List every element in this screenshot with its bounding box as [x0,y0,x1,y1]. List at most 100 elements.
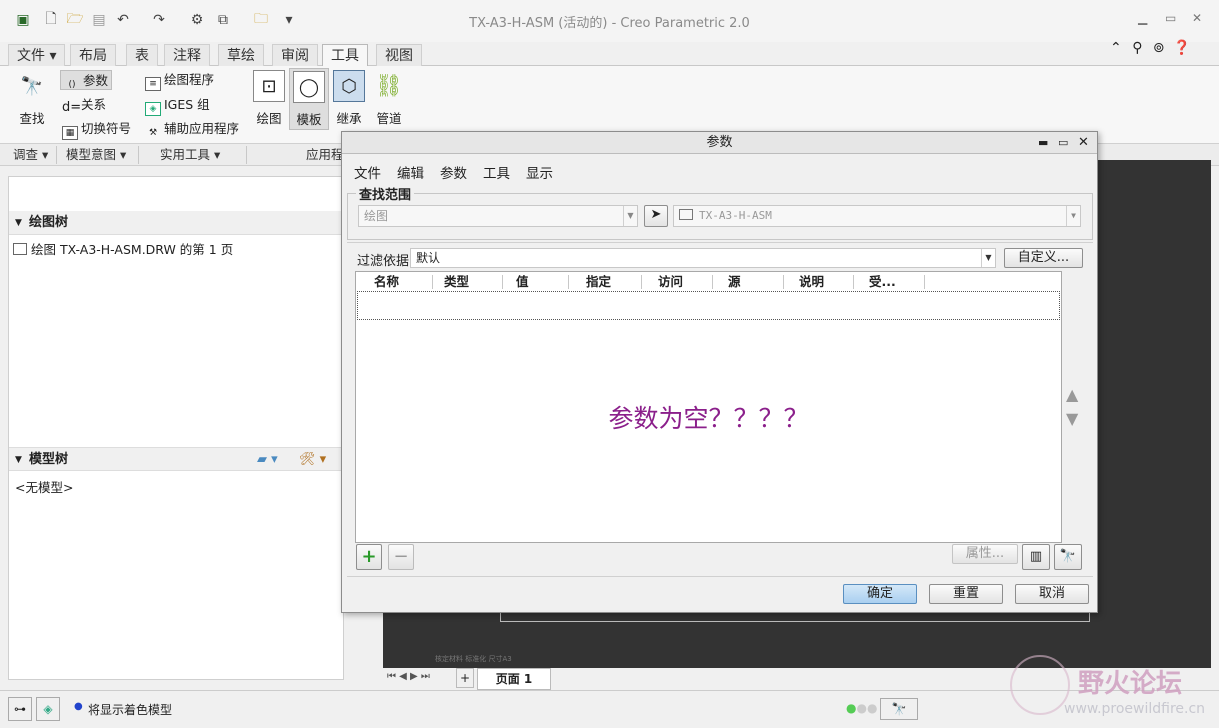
column-name[interactable]: 名称 [374,273,399,290]
dialog-menu-file[interactable]: 文件 [354,162,381,182]
scope-legend: 查找范围 [359,188,412,203]
tab-table[interactable]: 表 [126,44,158,66]
group-utilities[interactable]: 实用工具 ▾ [160,146,220,164]
model-tree-header[interactable]: ▼ 模型树 ▰ ▾ 🛠 ▾ [9,447,343,471]
dialog-title-bar[interactable]: 参数 ▬ ▭ ✕ [342,132,1097,154]
toggle-navigator-icon[interactable]: ⊶ [8,697,32,721]
plus-icon: + [361,546,377,567]
dialog-menu-display[interactable]: 显示 [526,162,553,182]
params-label: 参数 [83,73,109,88]
watermark-logo-icon [1010,655,1070,715]
tree-settings-icon[interactable]: 🛠 ▾ [299,448,326,472]
scope-object-select[interactable]: TX-A3-H-ASM ▼ [673,205,1081,227]
page-nav-icons[interactable]: ⏮ ◀ ▶ ⏭ [387,671,430,682]
page-tab[interactable]: 页面 1 [477,668,551,690]
relations-icon: d= [62,100,82,115]
add-page-button[interactable]: + [456,668,474,688]
group-investigate[interactable]: 调查 ▾ [13,146,48,164]
column-access[interactable]: 访问 [658,273,683,290]
divider [347,242,1093,243]
close-button[interactable]: ✕ [1192,11,1202,25]
switch-symbols-button[interactable]: ▦ 切换符号 [62,119,131,140]
relations-button[interactable]: d=关系 [62,95,106,115]
move-up-icon[interactable]: ▲ [1066,385,1078,404]
column-separator [783,275,784,289]
restore-button[interactable]: ▭ [1165,11,1176,25]
column-source[interactable]: 源 [728,273,741,290]
find-parameter-button[interactable]: 🔭 [1054,544,1082,570]
help-icon[interactable]: ❓ [1173,40,1190,56]
collapse-arrow-icon: ▼ [15,218,22,228]
drawing-sheet-icon [13,243,27,255]
iges-group-button[interactable]: ◈ IGES 组 [145,95,210,116]
column-designate[interactable]: 指定 [586,273,611,290]
ok-button[interactable]: 确定 [843,584,917,604]
column-separator [641,275,642,289]
collapse-ribbon-icon[interactable]: ⌃ [1110,40,1122,56]
minimize-button[interactable]: ▁ [1138,11,1147,25]
scope-type-value: 绘图 [364,209,389,223]
dialog-minimize-icon[interactable]: ▬ [1038,132,1048,154]
select-pointer-button[interactable]: ➤ [644,205,668,227]
move-down-icon[interactable]: ▼ [1066,409,1078,428]
tab-tools[interactable]: 工具 [322,44,368,67]
properties-button[interactable]: 属性... [952,544,1018,564]
table-columns-icon: ▥ [1029,549,1043,564]
column-restricted[interactable]: 受... [869,273,896,290]
filter-select[interactable]: 默认 ▼ [410,248,996,268]
template-icon: ◯ [293,71,325,103]
piping-button[interactable]: ⛓ 管道 [370,70,408,127]
column-value[interactable]: 值 [516,273,529,290]
find-label: 查找 [19,111,45,126]
group-separator [56,146,57,164]
template-label: 模板 [296,112,322,127]
table-columns-button[interactable]: ▥ [1022,544,1050,570]
tab-sketch[interactable]: 草绘 [218,44,264,66]
tab-view[interactable]: 视图 [376,44,422,66]
column-separator [924,275,925,289]
drawing-button[interactable]: ⊡ 绘图 [250,70,288,127]
search-icon[interactable]: ⚲ [1132,40,1142,56]
dialog-menu-params[interactable]: 参数 [440,162,467,182]
find-button[interactable]: 🔭 查找 [13,70,51,127]
column-type[interactable]: 类型 [444,273,469,290]
drawing-tree-item[interactable]: 绘图 TX-A3-H-ASM.DRW 的第 1 页 [13,239,233,258]
binoculars-icon: 🔭 [20,75,44,97]
add-parameter-button[interactable]: + [356,544,382,570]
show-settings-icon[interactable]: ▰ ▾ [257,448,278,472]
empty-annotation: 参数为空？？？？ [608,404,809,433]
community-icon[interactable]: ⊚ [1153,40,1165,56]
remove-parameter-button[interactable]: − [388,544,414,570]
find-binoculars-icon[interactable]: 🔭 [880,698,918,720]
group-separator [138,146,139,164]
dialog-menu-tools[interactable]: 工具 [483,162,510,182]
tab-layout[interactable]: 布局 [70,44,116,66]
empty-row[interactable] [357,291,1060,320]
chevron-down-icon: ▼ [623,206,637,226]
model-tree-title: 模型树 [29,452,69,467]
customize-button[interactable]: 自定义... [1004,248,1083,268]
aux-apps-icon: ⚒ [148,128,158,138]
drawing-object-icon [679,209,693,220]
template-button[interactable]: ◯ 模板 [289,68,329,130]
browser-icon[interactable]: ◈ [36,697,60,721]
drawing-program-button[interactable]: ≡ 绘图程序 [145,70,215,91]
piping-label: 管道 [376,111,402,126]
cancel-button[interactable]: 取消 [1015,584,1089,604]
column-description[interactable]: 说明 [799,273,824,290]
aux-apps-button[interactable]: ⚒ 辅助应用程序 [145,119,239,139]
tab-file[interactable]: 文件 ▾ [8,44,66,66]
dialog-maximize-icon[interactable]: ▭ [1058,132,1068,154]
drawing-tree-header[interactable]: ▼ 绘图树 [9,211,343,235]
tab-annotate[interactable]: 注释 [164,44,210,66]
drawing-program-label: 绘图程序 [164,72,215,87]
params-button[interactable]: () 参数 [60,70,113,90]
group-applications[interactable]: 应用程 [306,146,344,164]
inherit-button[interactable]: ⬡ 继承 [330,70,368,127]
tab-review[interactable]: 审阅 [272,44,318,66]
group-model-intent[interactable]: 模型意图 ▾ [66,146,126,164]
dialog-menu-edit[interactable]: 编辑 [397,162,424,182]
reset-button[interactable]: 重置 [929,584,1003,604]
scope-type-select[interactable]: 绘图 ▼ [358,205,638,227]
dialog-close-icon[interactable]: ✕ [1078,132,1089,154]
